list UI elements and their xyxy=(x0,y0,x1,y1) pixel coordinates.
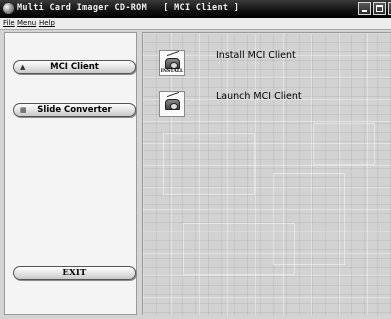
background-pattern xyxy=(163,133,255,195)
window-title: Multi Card Imager CD-ROM [ MCI Client ] xyxy=(17,3,240,13)
mci-client-label: MCI Client xyxy=(50,62,99,72)
slide-converter-button[interactable]: ▦ Slide Converter xyxy=(13,103,136,117)
minimize-icon xyxy=(362,10,367,12)
launch-mci-client-label[interactable]: Launch MCI Client xyxy=(216,91,302,102)
menu-menu[interactable]: Menu xyxy=(17,19,36,27)
radio-install-icon[interactable]: INSTALL xyxy=(159,50,185,76)
maximize-icon xyxy=(376,5,383,12)
app-icon xyxy=(3,3,14,14)
radio-launch-icon[interactable] xyxy=(159,91,185,117)
install-mci-client-label[interactable]: Install MCI Client xyxy=(216,50,296,61)
install-mci-client-item[interactable]: INSTALL Install MCI Client xyxy=(159,50,389,76)
mci-client-button[interactable]: ▲ MCI Client xyxy=(13,60,136,74)
launch-mci-client-item[interactable]: Launch MCI Client xyxy=(159,91,389,117)
background-pattern xyxy=(183,223,295,275)
install-icon-caption: INSTALL xyxy=(160,69,184,74)
background-pattern xyxy=(313,123,375,165)
menu-file[interactable]: File xyxy=(3,19,15,27)
title-bar: Multi Card Imager CD-ROM [ MCI Client ] xyxy=(0,0,391,18)
menu-help[interactable]: Help xyxy=(39,19,55,27)
slide-converter-label: Slide Converter xyxy=(37,105,112,115)
exit-label: EXIT xyxy=(62,268,87,278)
menu-bar: File Menu Help xyxy=(0,18,391,30)
sidebar: ▲ MCI Client ▦ Slide Converter EXIT xyxy=(4,32,137,315)
maximize-button[interactable] xyxy=(373,2,386,15)
minimize-button[interactable] xyxy=(358,2,371,15)
exit-button[interactable]: EXIT xyxy=(13,266,136,280)
content-panel: INSTALL Install MCI Client Launch MCI Cl… xyxy=(142,32,391,315)
